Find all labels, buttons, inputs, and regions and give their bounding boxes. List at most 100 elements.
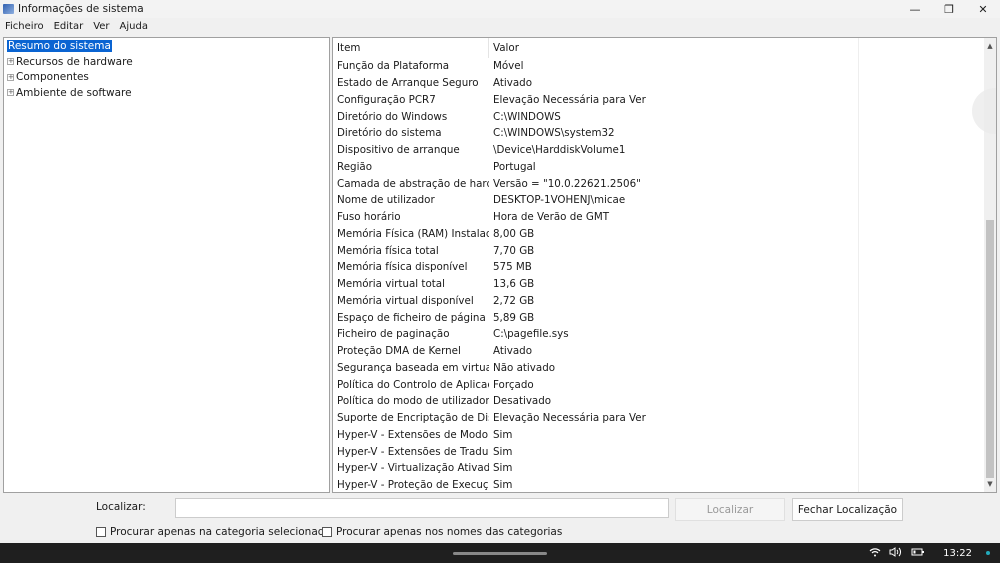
value-cell: 575 MB [489,259,859,276]
table-row[interactable]: Ficheiro de paginação C:\pagefile.sys [333,326,996,343]
battery-icon[interactable] [911,547,925,560]
item-cell: Camada de abstração de hardw... [337,177,489,190]
menu-ajuda[interactable]: Ajuda [115,21,153,32]
checkbox-label: Procurar apenas na categoria selecionada [110,526,331,538]
maximize-button[interactable]: ❐ [932,0,966,18]
item-cell: Hyper-V - Extensões de Modo d... [337,428,489,441]
item-cell: Hyper-V - Proteção de Execuçã... [337,479,489,492]
table-row[interactable]: Suporte de Encriptação de Disp...Elevaçã… [333,409,996,427]
value-cell: Sim [489,476,859,492]
table-row[interactable]: Memória virtual disponível 2,72 GB [333,292,996,310]
menu-ver[interactable]: Ver [88,21,114,32]
table-row[interactable]: Segurança baseada em virtualiz...Não ati… [333,359,996,377]
search-selected-category-checkbox[interactable]: Procurar apenas na categoria selecionada [96,526,331,538]
column-header-item[interactable]: Item [333,38,489,58]
checkbox[interactable] [96,527,106,537]
table-row[interactable]: Diretório do sistema C:\WINDOWS\system32 [333,125,996,142]
expand-icon[interactable]: + [7,89,14,97]
item-cell: Região [337,160,373,173]
minimize-button[interactable]: — [898,0,932,18]
table-row[interactable]: Nome de utilizador DESKTOP-1VOHENJ\micae [333,192,996,209]
find-label: Localizar: [96,501,146,513]
value-cell: Elevação Necessária para Ver [489,409,859,427]
table-row[interactable]: Configuração PCR7 Elevação Necessária par… [333,91,996,109]
table-row[interactable]: Estado de Arranque Seguro Ativado [333,74,996,92]
tree-item-software[interactable]: + Ambiente de software [4,85,329,101]
table-row[interactable]: Dispositivo de arranque \Device\HarddiskV… [333,141,996,159]
item-cell: Memória Física (RAM) Instalada [337,227,489,240]
item-cell: Suporte de Encriptação de Disp... [337,412,489,425]
scrollbar-thumb[interactable] [986,220,994,478]
scroll-down-arrow-icon[interactable]: ▼ [984,478,996,490]
column-header-value[interactable]: Valor [489,38,859,58]
menu-editar[interactable]: Editar [49,21,89,32]
volume-icon[interactable] [889,546,903,560]
find-button[interactable]: Localizar [675,498,785,521]
value-cell: Hora de Verão de GMT [489,208,859,226]
search-category-names-checkbox[interactable]: Procurar apenas nos nomes das categorias [322,526,562,538]
table-row[interactable]: Hyper-V - Extensões de Traduçã...Sim [333,443,996,460]
value-cell: Ativado [489,74,859,92]
checkbox[interactable] [322,527,332,537]
menu-ficheiro[interactable]: Ficheiro [0,21,49,32]
wifi-icon[interactable] [869,547,881,560]
value-cell: Desativado [489,393,859,410]
tree-item-label: Ambiente de software [16,86,132,99]
table-row[interactable]: Política do modo de utilizador ... Desati… [333,393,996,410]
table-row[interactable]: Camada de abstração de hardw...Versão = … [333,175,996,192]
item-cell: Hyper-V - Virtualização Ativada ... [337,462,489,475]
notification-dot-icon[interactable] [986,551,990,555]
close-button[interactable]: ✕ [966,0,1000,18]
item-cell: Proteção DMA de Kernel [337,345,461,358]
expand-icon[interactable]: + [7,73,14,81]
table-row[interactable]: Hyper-V - Extensões de Modo d...Sim [333,426,996,444]
taskbar: 13:22 [0,543,1000,563]
value-cell: Elevação Necessária para Ver [489,91,859,109]
value-cell: 7,70 GB [489,242,859,259]
table-row[interactable]: Região Portugal [333,158,996,176]
table-row[interactable]: Memória física total 7,70 GB [333,242,996,259]
table-row[interactable]: Memória Física (RAM) Instalada 8,00 GB [333,225,996,243]
tree-item-hardware[interactable]: + Recursos de hardware [4,54,329,70]
value-cell: C:\pagefile.sys [489,326,859,343]
value-cell: C:\WINDOWS [489,108,859,125]
table-row[interactable]: Hyper-V - Proteção de Execuçã... Sim [333,476,996,492]
item-cell: Diretório do Windows [337,110,448,123]
table-row[interactable]: Espaço de ficheiro de página 5,89 GB [333,309,996,326]
value-cell: Forçado [489,376,859,393]
item-cell: Segurança baseada em virtualiz... [337,361,489,374]
value-cell: \Device\HarddiskVolume1 [489,141,859,159]
tree-item-label: Recursos de hardware [16,55,133,68]
value-cell: Sim [489,426,859,444]
item-cell: Memória virtual total [337,278,445,291]
item-cell: Memória física total [337,244,439,257]
item-cell: Política do modo de utilizador ... [337,395,489,408]
item-cell: Hyper-V - Extensões de Traduçã... [337,445,489,458]
item-cell: Política do Controlo de Aplicaç... [337,378,489,391]
list-header: Item Valor [333,38,996,58]
table-row[interactable]: Fuso horário Hora de Verão de GMT [333,208,996,226]
item-cell: Configuração PCR7 [337,93,436,106]
find-input[interactable] [175,498,669,518]
close-find-button[interactable]: Fechar Localização [792,498,903,521]
table-row[interactable]: Hyper-V - Virtualização Ativada ...Sim [333,460,996,477]
value-cell: 13,6 GB [489,275,859,293]
table-row[interactable]: Memória virtual total 13,6 GB [333,275,996,293]
menu-bar: Ficheiro Editar Ver Ajuda [0,18,153,34]
value-cell: Não ativado [489,359,859,377]
tree-item-components[interactable]: + Componentes [4,69,329,85]
scroll-up-arrow-icon[interactable]: ▲ [984,40,996,52]
expand-icon[interactable]: + [7,58,14,66]
value-cell: Móvel [489,58,859,75]
table-row[interactable]: Proteção DMA de Kernel Ativado [333,342,996,360]
details-list: Item Valor Função da Plataforma Móvel Esta… [332,37,997,493]
table-row[interactable]: Memória física disponível 575 MB [333,259,996,276]
table-row[interactable]: Política do Controlo de Aplicaç... Forçad… [333,376,996,393]
value-cell: 8,00 GB [489,225,859,243]
value-cell: 5,89 GB [489,309,859,326]
tree-item-system-summary[interactable]: Resumo do sistema [7,39,112,52]
taskbar-handle[interactable] [453,552,547,555]
clock[interactable]: 13:22 [943,548,972,559]
table-row[interactable]: Diretório do Windows C:\WINDOWS [333,108,996,125]
table-row[interactable]: Função da Plataforma Móvel [333,58,996,75]
